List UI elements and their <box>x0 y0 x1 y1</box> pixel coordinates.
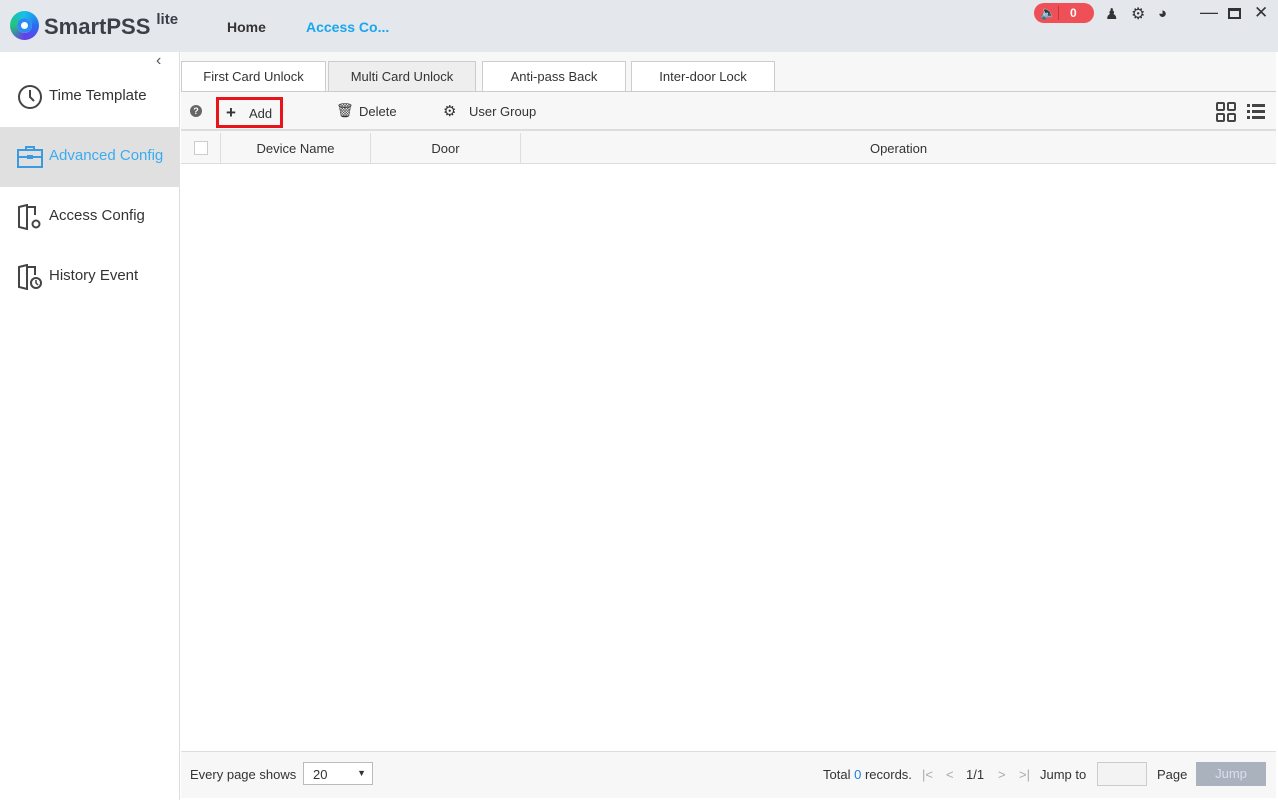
page-indicator: 1/1 <box>966 767 985 782</box>
sidebar-item-label: Access Config <box>49 207 145 224</box>
nav-access-control[interactable]: Access Co... <box>306 19 389 35</box>
add-label: Add <box>249 106 273 121</box>
plus-icon: + <box>226 103 236 122</box>
sidebar-item-history-event[interactable]: History Event <box>0 247 180 307</box>
toolbar: ? + Add 🗑 Delete ⚙ User Group <box>181 91 1276 131</box>
list-view-icon[interactable] <box>1247 103 1265 119</box>
jump-button[interactable]: Jump <box>1196 762 1266 786</box>
select-all-checkbox[interactable] <box>193 141 208 155</box>
sidebar-item-label: Advanced Config <box>49 147 164 164</box>
total-prefix: Total <box>823 767 851 782</box>
jump-page-input[interactable] <box>1097 762 1147 786</box>
grid-view-icon[interactable] <box>1216 102 1236 122</box>
jump-to-label: Jump to <box>1040 767 1087 782</box>
app-brand: SmartPSS lite <box>44 11 179 40</box>
title-bar: SmartPSS lite Home Access Co... 🔈 0 ♟ ⚙ ◕ … <box>0 0 1278 52</box>
gauge-icon[interactable]: ◕ <box>1158 5 1167 22</box>
close-icon[interactable]: ✕ <box>1254 3 1268 23</box>
tab-anti-pass-back[interactable]: Anti-pass Back <box>482 61 626 91</box>
sidebar-item-label: Time Template <box>49 87 147 104</box>
sidebar: ‹ Time Template Advanced Config Access C… <box>0 52 180 800</box>
column-door[interactable]: Door <box>371 133 521 164</box>
tab-multi-card-unlock[interactable]: Multi Card Unlock <box>328 61 476 91</box>
user-icon[interactable]: ♟ <box>1105 5 1118 23</box>
maximize-icon[interactable] <box>1228 8 1241 19</box>
total-records: Total 0 records. <box>823 767 912 782</box>
data-table: Device Name Door Operation <box>181 133 1276 752</box>
page-size-value: 20 <box>313 767 328 782</box>
pagination-bar: Every page shows 20 ▼ Total 0 records. |… <box>181 752 1276 798</box>
tab-first-card-unlock[interactable]: First Card Unlock <box>181 61 326 91</box>
prev-page-icon[interactable]: < <box>946 767 954 782</box>
gear-icon: ⚙ <box>443 103 457 120</box>
help-icon[interactable]: ? <box>190 105 202 117</box>
chevron-down-icon: ▼ <box>357 768 366 778</box>
brand-name: SmartPSS <box>44 14 151 39</box>
gear-icon[interactable]: ⚙ <box>1131 4 1145 24</box>
delete-button[interactable]: Delete <box>359 104 397 119</box>
sidebar-item-label: History Event <box>49 267 139 284</box>
user-group-button[interactable]: User Group <box>469 104 536 119</box>
trash-icon: 🗑 <box>336 102 354 118</box>
page-size-label: Every page shows <box>190 767 297 782</box>
page-label: Page <box>1157 767 1188 782</box>
brand-suffix: lite <box>156 11 179 28</box>
select-all-header <box>181 133 221 164</box>
page-size-select[interactable]: 20 ▼ <box>303 762 373 785</box>
sidebar-item-time-template[interactable]: Time Template <box>0 67 180 127</box>
alarm-button[interactable]: 🔈 0 <box>1034 3 1094 23</box>
sidebar-item-access-config[interactable]: Access Config <box>0 187 180 247</box>
total-suffix: records. <box>864 767 912 782</box>
column-operation[interactable]: Operation <box>521 133 1276 164</box>
add-button[interactable]: + Add <box>216 97 283 128</box>
tab-inter-door-lock[interactable]: Inter-door Lock <box>631 61 775 91</box>
minimize-icon[interactable]: — <box>1200 2 1218 23</box>
app-logo <box>10 11 39 40</box>
door-gear-icon <box>18 204 41 230</box>
door-clock-icon <box>18 264 42 290</box>
briefcase-icon <box>17 146 43 168</box>
last-page-icon[interactable]: >| <box>1019 767 1030 782</box>
clock-icon <box>18 85 42 109</box>
first-page-icon[interactable]: |< <box>922 767 933 782</box>
main-panel: First Card Unlock Multi Card Unlock Anti… <box>181 52 1276 798</box>
total-count: 0 <box>854 767 862 782</box>
next-page-icon[interactable]: > <box>998 767 1006 782</box>
alarm-count: 0 <box>1070 6 1077 20</box>
speaker-icon: 🔈 <box>1040 5 1057 20</box>
column-device-name[interactable]: Device Name <box>221 133 371 164</box>
sidebar-item-advanced-config[interactable]: Advanced Config <box>0 127 180 187</box>
nav-home[interactable]: Home <box>227 19 266 35</box>
